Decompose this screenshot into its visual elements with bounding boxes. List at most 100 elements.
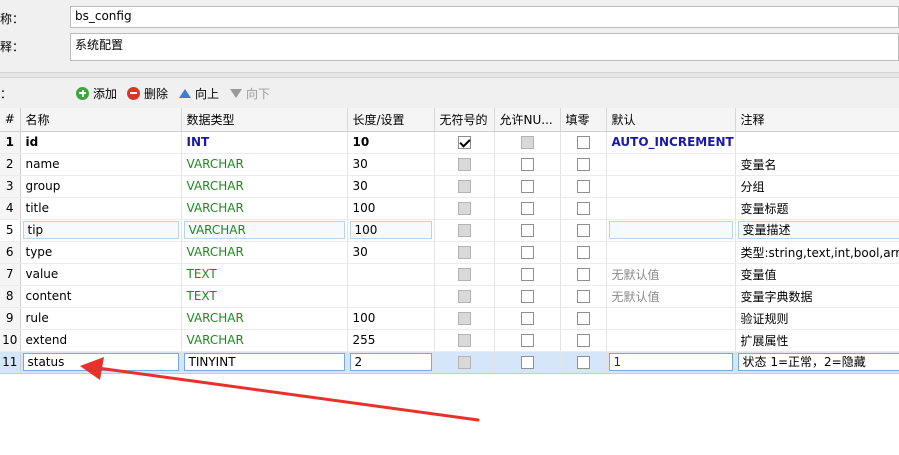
zerofill-checkbox[interactable] — [576, 202, 590, 215]
table-row[interactable]: 10 extend VARCHAR 255 扩展属性 — [0, 329, 899, 352]
length-cell[interactable]: 30 — [347, 175, 435, 198]
nullable-checkbox[interactable] — [520, 356, 534, 369]
comment-cell[interactable]: 变量值 — [735, 263, 899, 286]
zerofill-checkbox[interactable] — [576, 312, 590, 325]
table-row[interactable]: 6 type VARCHAR 30 类型:string,text,int,bool,ar… — [0, 241, 899, 264]
field-name-cell[interactable]: title — [20, 197, 182, 220]
col-header-zerofill[interactable]: 填零 — [560, 108, 607, 132]
field-name-cell[interactable]: type — [20, 241, 182, 264]
field-name-cell[interactable]: status — [20, 351, 182, 374]
length-cell[interactable]: 30 — [347, 241, 435, 264]
default-cell[interactable] — [606, 197, 736, 220]
comment-cell[interactable]: 类型:string,text,int,bool,array — [735, 241, 899, 264]
length-cell[interactable]: 100 — [347, 219, 435, 242]
field-name-cell[interactable]: content — [20, 285, 182, 308]
comment-cell[interactable]: 变量名 — [735, 153, 899, 176]
default-cell[interactable] — [606, 153, 736, 176]
move-up-button[interactable]: 向上 — [179, 84, 219, 102]
unsigned-checkbox[interactable] — [457, 290, 471, 303]
length-cell[interactable]: 30 — [347, 153, 435, 176]
unsigned-checkbox[interactable] — [457, 312, 471, 325]
col-header-unsigned[interactable]: 无符号的 — [434, 108, 495, 132]
unsigned-checkbox[interactable] — [457, 246, 471, 259]
table-row[interactable]: 5 tip VARCHAR 100 变量描述 — [0, 219, 899, 242]
default-cell[interactable] — [606, 175, 736, 198]
zerofill-checkbox[interactable] — [576, 158, 590, 171]
unsigned-checkbox[interactable] — [457, 356, 471, 369]
delete-field-button[interactable]: 删除 — [127, 84, 168, 102]
nullable-checkbox[interactable] — [520, 202, 534, 215]
splitter[interactable] — [0, 72, 899, 78]
data-type-cell[interactable]: VARCHAR — [181, 329, 348, 352]
length-cell[interactable] — [347, 285, 435, 308]
table-row[interactable]: 11 status TINYINT 2 1 状态 1=正常，2=隐藏 — [0, 351, 899, 374]
table-comment-input[interactable]: 系统配置 — [70, 33, 899, 61]
comment-cell[interactable]: 变量标题 — [735, 197, 899, 220]
field-name-cell[interactable]: tip — [20, 219, 182, 242]
col-header-type[interactable]: 数据类型 — [181, 108, 348, 132]
table-row[interactable]: 9 rule VARCHAR 100 验证规则 — [0, 307, 899, 330]
data-type-cell[interactable]: TINYINT — [181, 351, 348, 374]
length-cell[interactable]: 255 — [347, 329, 435, 352]
data-type-cell[interactable]: VARCHAR — [181, 241, 348, 264]
field-name-cell[interactable]: value — [20, 263, 182, 286]
table-row[interactable]: 2 name VARCHAR 30 变量名 — [0, 153, 899, 176]
length-cell[interactable]: 2 — [347, 351, 435, 374]
nullable-checkbox[interactable] — [520, 334, 534, 347]
zerofill-checkbox[interactable] — [576, 224, 590, 237]
unsigned-checkbox[interactable] — [457, 136, 471, 149]
nullable-checkbox[interactable] — [520, 290, 534, 303]
default-cell[interactable] — [606, 329, 736, 352]
default-cell[interactable]: 无默认值 — [606, 263, 736, 286]
comment-cell[interactable]: 验证规则 — [735, 307, 899, 330]
table-row[interactable]: 8 content TEXT 无默认值 变量字典数据 — [0, 285, 899, 308]
default-cell[interactable] — [606, 241, 736, 264]
comment-cell[interactable]: 状态 1=正常，2=隐藏 — [735, 351, 899, 374]
field-name-cell[interactable]: group — [20, 175, 182, 198]
default-cell[interactable] — [606, 307, 736, 330]
unsigned-checkbox[interactable] — [457, 158, 471, 171]
table-name-input[interactable]: bs_config — [70, 6, 899, 28]
nullable-checkbox[interactable] — [520, 224, 534, 237]
default-cell[interactable]: 无默认值 — [606, 285, 736, 308]
field-name-cell[interactable]: id — [20, 131, 182, 154]
comment-cell[interactable]: 变量字典数据 — [735, 285, 899, 308]
length-cell[interactable]: 100 — [347, 307, 435, 330]
col-header-length[interactable]: 长度/设置 — [347, 108, 435, 132]
field-name-cell[interactable]: rule — [20, 307, 182, 330]
unsigned-checkbox[interactable] — [457, 224, 471, 237]
nullable-checkbox[interactable] — [520, 180, 534, 193]
default-cell[interactable]: AUTO_INCREMENT — [606, 131, 736, 154]
default-cell[interactable] — [606, 219, 736, 242]
data-type-cell[interactable]: VARCHAR — [181, 175, 348, 198]
zerofill-checkbox[interactable] — [576, 334, 590, 347]
comment-cell[interactable]: 扩展属性 — [735, 329, 899, 352]
length-cell[interactable] — [347, 263, 435, 286]
nullable-checkbox[interactable] — [520, 312, 534, 325]
length-cell[interactable]: 100 — [347, 197, 435, 220]
col-header-default[interactable]: 默认 — [606, 108, 736, 132]
col-header-comment[interactable]: 注释 — [735, 108, 899, 132]
table-row[interactable]: 7 value TEXT 无默认值 变量值 — [0, 263, 899, 286]
unsigned-checkbox[interactable] — [457, 268, 471, 281]
zerofill-checkbox[interactable] — [576, 246, 590, 259]
data-type-cell[interactable]: VARCHAR — [181, 219, 348, 242]
comment-cell[interactable]: 变量描述 — [735, 219, 899, 242]
table-row[interactable]: 1 id INT 10 AUTO_INCREMENT — [0, 131, 899, 154]
zerofill-checkbox[interactable] — [576, 268, 590, 281]
comment-cell[interactable] — [735, 131, 899, 154]
nullable-checkbox[interactable] — [520, 246, 534, 259]
comment-cell[interactable]: 分组 — [735, 175, 899, 198]
field-name-cell[interactable]: extend — [20, 329, 182, 352]
data-type-cell[interactable]: INT — [181, 131, 348, 154]
table-row[interactable]: 4 title VARCHAR 100 变量标题 — [0, 197, 899, 220]
move-down-button[interactable]: 向下 — [230, 84, 270, 102]
nullable-checkbox[interactable] — [520, 268, 534, 281]
data-type-cell[interactable]: VARCHAR — [181, 197, 348, 220]
unsigned-checkbox[interactable] — [457, 334, 471, 347]
default-cell[interactable]: 1 — [606, 351, 736, 374]
zerofill-checkbox[interactable] — [576, 136, 590, 149]
data-type-cell[interactable]: TEXT — [181, 285, 348, 308]
zerofill-checkbox[interactable] — [576, 180, 590, 193]
nullable-checkbox[interactable] — [520, 136, 534, 149]
